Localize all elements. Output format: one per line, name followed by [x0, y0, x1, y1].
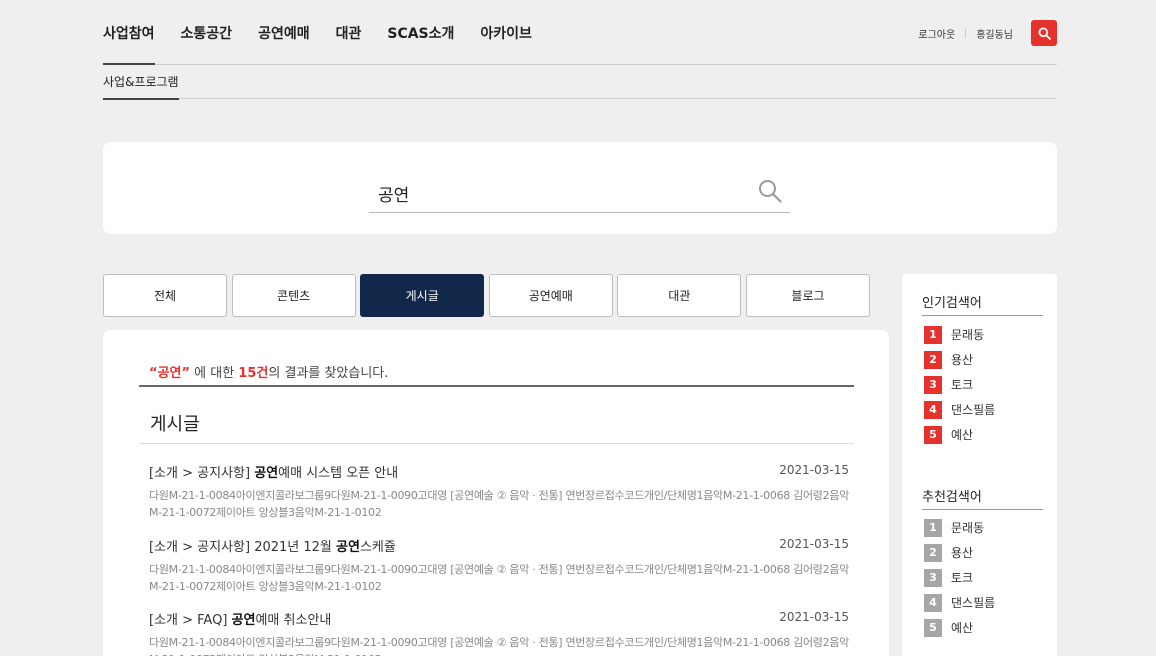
post-date: 2021-03-15	[779, 610, 849, 624]
popular-keyword-item[interactable]: 5 예산	[924, 422, 995, 447]
popular-keyword-item[interactable]: 4 댄스필름	[924, 397, 995, 422]
rank-number: 5	[924, 425, 942, 444]
search-input-value: 공연	[378, 186, 410, 206]
result-summary: “공연” 에 대한 15건의 결과를 찾았습니다.	[139, 362, 854, 387]
summary-tail: 의 결과를 찾았습니다.	[268, 366, 389, 381]
post-date: 2021-03-15	[779, 537, 849, 551]
search-input[interactable]: 공연	[369, 172, 790, 213]
post-title-highlight: 공연	[231, 613, 256, 628]
tab-ticketing[interactable]: 공연예매	[488, 274, 613, 317]
popular-keywords-heading: 인기검색어	[922, 292, 1043, 316]
main-menu: 사업참여 소통공간 공연예매 대관 SCAS소개 아카이브	[103, 23, 558, 65]
keyword: 댄스필름	[951, 596, 996, 610]
rank-number: 2	[924, 350, 942, 369]
keyword: 예산	[951, 428, 974, 442]
recommended-keywords-heading: 추천검색어	[922, 486, 1043, 510]
popular-keyword-item[interactable]: 2 용산	[924, 347, 995, 372]
recommended-keyword-item[interactable]: 2 용산	[924, 540, 995, 565]
keyword: 토크	[951, 378, 974, 392]
logout-link[interactable]: 로그아웃	[918, 26, 955, 41]
tab-blog[interactable]: 블로그	[745, 274, 870, 317]
sub-nav-item-program[interactable]: 사업&프로그램	[103, 73, 179, 100]
post-title-highlight: 공연	[254, 466, 279, 481]
post-title-prefix: [소개 > 공지사항] 2021년 12월	[149, 540, 337, 555]
post-description: 다원M-21-1-0084아이엔지콜라보그룹9다원M-21-1-0090고대영 …	[149, 489, 849, 519]
keyword: 문래동	[951, 521, 985, 535]
post-date: 2021-03-15	[779, 463, 849, 477]
keyword: 용산	[951, 353, 974, 367]
list-item: [소개 > FAQ] 공연예매 취소안내 2021-03-15 다원M-21-1…	[149, 609, 849, 656]
rank-number: 4	[924, 400, 942, 419]
recommended-keyword-item[interactable]: 5 예산	[924, 615, 995, 640]
post-description: 다원M-21-1-0084아이엔지콜라보그룹9다원M-21-1-0090고대영 …	[149, 563, 849, 593]
section-title: 게시글	[139, 402, 854, 444]
keyword: 문래동	[951, 328, 985, 342]
rank-number: 3	[924, 568, 942, 587]
post-title[interactable]: [소개 > FAQ] 공연예매 취소안내	[149, 609, 849, 628]
results-panel: “공연” 에 대한 15건의 결과를 찾았습니다. 게시글 [소개 > 공지사항…	[103, 330, 889, 656]
rank-number: 1	[924, 518, 942, 537]
popular-keyword-item[interactable]: 3 토크	[924, 372, 995, 397]
summary-count: 15건	[238, 366, 269, 381]
header-search-button[interactable]	[1031, 20, 1057, 46]
recommended-keywords-list: 1 문래동 2 용산 3 토크 4 댄스필름 5 예산	[924, 515, 995, 640]
post-description: 다원M-21-1-0084아이엔지콜라보그룹9다원M-21-1-0090고대영 …	[149, 636, 849, 656]
search-submit-button[interactable]	[758, 179, 782, 207]
post-title[interactable]: [소개 > 공지사항] 공연예매 시스템 오픈 안내	[149, 462, 849, 481]
search-panel: 공연	[103, 142, 1057, 234]
recommended-keyword-item[interactable]: 1 문래동	[924, 515, 995, 540]
menu-item-community[interactable]: 소통공간	[181, 23, 233, 43]
recommended-keyword-item[interactable]: 4 댄스필름	[924, 590, 995, 615]
global-nav: 사업참여 소통공간 공연예매 대관 SCAS소개 아카이브 로그아웃 홍길동님	[103, 0, 1057, 65]
tab-contents[interactable]: 콘텐츠	[231, 274, 356, 317]
menu-item-archive[interactable]: 아카이브	[480, 23, 532, 43]
post-title-prefix: [소개 > 공지사항]	[149, 466, 255, 481]
summary-mid: 에 대한	[190, 366, 239, 381]
popular-keyword-item[interactable]: 1 문래동	[924, 322, 995, 347]
rank-number: 2	[924, 543, 942, 562]
search-icon	[759, 180, 782, 203]
search-icon	[1038, 27, 1051, 40]
rank-number: 3	[924, 375, 942, 394]
popular-keywords-list: 1 문래동 2 용산 3 토크 4 댄스필름 5 예산	[924, 322, 995, 447]
sub-nav: 사업&프로그램	[103, 65, 1057, 100]
post-title[interactable]: [소개 > 공지사항] 2021년 12월 공연스케쥴	[149, 536, 849, 555]
list-item: [소개 > 공지사항] 2021년 12월 공연스케쥴 2021-03-15 다…	[149, 536, 849, 595]
post-title-suffix: 스케쥴	[359, 540, 396, 555]
summary-keyword: “공연”	[149, 366, 191, 381]
menu-item-about[interactable]: SCAS소개	[387, 23, 454, 43]
result-tabs: 전체 콘텐츠 게시글 공연예매 대관 블로그	[103, 274, 875, 317]
rank-number: 5	[924, 618, 942, 637]
tab-posts[interactable]: 게시글	[360, 274, 485, 317]
user-name: 홍길동님	[976, 29, 1013, 41]
menu-item-ticketing[interactable]: 공연예매	[258, 23, 310, 43]
menu-item-rental[interactable]: 대관	[336, 23, 362, 43]
tab-rental[interactable]: 대관	[617, 274, 742, 317]
keyword: 댄스필름	[951, 403, 996, 417]
list-item: [소개 > 공지사항] 공연예매 시스템 오픈 안내 2021-03-15 다원…	[149, 462, 849, 521]
utility-menu: 로그아웃 홍길동님	[918, 20, 1057, 46]
rank-number: 1	[924, 325, 942, 344]
tab-all[interactable]: 전체	[103, 274, 227, 317]
menu-item-business[interactable]: 사업참여	[103, 23, 155, 65]
rank-number: 4	[924, 593, 942, 612]
keyword: 용산	[951, 546, 974, 560]
post-title-prefix: [소개 > FAQ]	[149, 613, 232, 628]
keyword: 토크	[951, 571, 974, 585]
post-title-suffix: 예매 시스템 오픈 안내	[278, 466, 399, 481]
recommended-keyword-item[interactable]: 3 토크	[924, 565, 995, 590]
post-title-highlight: 공연	[336, 540, 360, 555]
post-title-suffix: 예매 취소안내	[255, 613, 332, 628]
divider	[965, 28, 967, 38]
keyword: 예산	[951, 621, 974, 635]
keyword-sidebar: 인기검색어 1 문래동 2 용산 3 토크 4 댄스필름 5 예산 추천검색어 1 문래동 …	[902, 274, 1057, 656]
